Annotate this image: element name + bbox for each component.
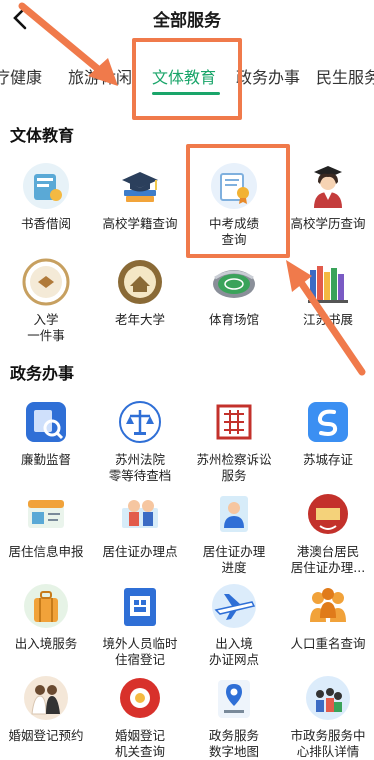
arrow-to-tab [18, 2, 118, 86]
annotation-arrows [18, 2, 366, 376]
arrow-to-exam-score [286, 260, 366, 376]
